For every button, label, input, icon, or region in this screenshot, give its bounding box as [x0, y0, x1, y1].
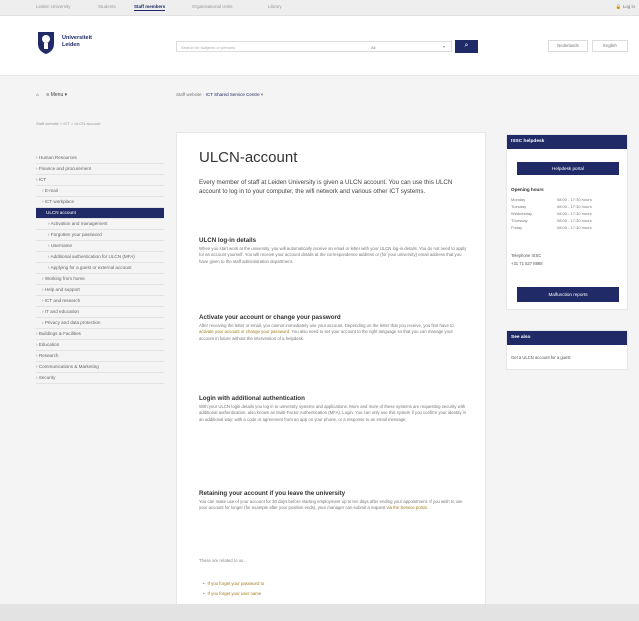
topbar-link-leiden-university[interactable]: Leiden University	[36, 4, 71, 9]
see-also-title: See also	[507, 331, 627, 345]
sidebar-item[interactable]: › Buildings & Facilities	[36, 329, 164, 340]
menu-row: ⌂ ≡ Menu ▾	[36, 92, 67, 98]
sidebar-item-label: ULCN account	[46, 210, 76, 215]
language-nederlands-button[interactable]: Nederlands	[548, 40, 588, 52]
sidebar-item-label: Forgotten your password	[50, 232, 102, 237]
related-link[interactable]: If you forget your password to	[203, 581, 265, 586]
sidebar-item-label: Security	[38, 375, 56, 380]
sidebar-item[interactable]: › Security	[36, 373, 164, 384]
opening-hours-title: Opening hours	[511, 187, 544, 192]
service-portal-link[interactable]: via the Service portal	[387, 505, 427, 510]
chevron-down-icon: ▾	[64, 92, 68, 98]
guest-account-link[interactable]: Get a ULCN account for a guest	[511, 355, 571, 361]
sidebar-item-label: Education	[38, 342, 60, 347]
section-body-activate: After receiving the letter or email, you…	[199, 323, 454, 341]
helpdesk-card: ISSC helpdesk Helpdesk portal Opening ho…	[506, 134, 628, 310]
sidebar-item-label: ICT	[38, 177, 47, 182]
sidebar-item-label: Research	[38, 353, 59, 358]
sidebar-item-label: Buildings & Facilities	[38, 331, 81, 336]
related-link[interactable]: If you forget your user name	[203, 591, 262, 596]
main-content: ULCN-account Every member of staff at Le…	[176, 132, 486, 621]
section-heading-activate: Activate your account or change your pas…	[199, 314, 341, 321]
sidebar-item-label: Username	[50, 243, 73, 248]
related-label: These are related to us...	[199, 558, 247, 563]
helpdesk-card-title: ISSC helpdesk	[507, 135, 627, 149]
section-body-mfa: With your ULCN login details you log in …	[199, 404, 467, 422]
search-scope-select[interactable]: All	[371, 45, 375, 50]
sidebar-item[interactable]: › Research	[36, 351, 164, 362]
sidebar-item-label: Applying for a guest or external account	[50, 265, 132, 270]
see-also-card: See also Get a ULCN account for a guest	[506, 330, 628, 370]
sidebar-item[interactable]: › ICT workplace	[36, 197, 164, 208]
top-bar: Leiden University Students Staff members…	[0, 0, 639, 16]
topbar-link-staff-members[interactable]: Staff members	[134, 4, 166, 11]
sidebar-item-label: Help and support	[44, 287, 80, 292]
sidebar-item-label: Working from home	[44, 276, 85, 281]
intro-paragraph: Every member of staff at Leiden Universi…	[199, 179, 453, 195]
login-link[interactable]: 🔒 Log in	[616, 4, 635, 10]
section-body-login-details: When you start work at the university, y…	[199, 246, 467, 264]
sidebar-nav: › Human Resources › Finance and procureme…	[36, 153, 164, 384]
section-heading-mfa: Login with additional authentication	[199, 395, 305, 402]
helpdesk-portal-button[interactable]: Helpdesk portal	[517, 162, 619, 175]
sidebar-item[interactable]: › ICT and research	[36, 296, 164, 307]
chevron-down-icon: ▾	[442, 44, 445, 49]
sidebar-item-label: Privacy and data protection	[44, 320, 101, 325]
sidebar-item-label: IT and education	[44, 309, 79, 314]
section-heading-retain: Retaining your account if you leave the …	[199, 490, 346, 497]
sidebar-item[interactable]: › Communications & Marketing	[36, 362, 164, 373]
sidebar-item[interactable]: › Human Resources	[36, 153, 164, 164]
topbar-link-organisational-units[interactable]: Organisational Units	[192, 4, 233, 9]
sidebar-item[interactable]: › E-mail	[36, 186, 164, 197]
search-icon: ⌕	[464, 42, 469, 49]
sidebar-item[interactable]: › Finance and procurement	[36, 164, 164, 175]
chevron-down-icon: ▾	[260, 92, 264, 97]
sidebar-item[interactable]: › Education	[36, 340, 164, 351]
sidebar-item[interactable]: › Privacy and data protection	[36, 318, 164, 329]
search-button[interactable]: ⌕	[455, 40, 478, 53]
search-input[interactable]: Search for subjects or persons All ▾	[176, 41, 452, 52]
site-header: Universiteit Leiden Search for subjects …	[0, 16, 639, 76]
sidebar-item-label: ICT and research	[44, 298, 81, 303]
footer	[0, 604, 639, 621]
breadcrumb[interactable]: Staff website > ICT > ULCN account	[36, 121, 100, 126]
page-title: ULCN-account	[199, 149, 298, 166]
menu-button[interactable]: ≡ Menu ▾	[46, 92, 67, 98]
sidebar-item-label: E-mail	[44, 188, 58, 193]
hamburger-icon: ≡	[46, 92, 50, 98]
sidebar-item[interactable]: › Additional authentication for ULCN (MF…	[36, 252, 164, 263]
language-english-button[interactable]: English	[592, 40, 628, 52]
search-placeholder: Search for subjects or persons	[181, 44, 236, 50]
lock-icon: 🔒	[615, 4, 622, 9]
activate-account-link[interactable]: activate your account or change your pas…	[199, 329, 289, 334]
sidebar-item-label: Finance and procurement	[38, 166, 92, 171]
university-seal-icon[interactable]	[36, 29, 56, 55]
topbar-link-students[interactable]: Students	[98, 4, 116, 9]
sidebar-item[interactable]: ULCN account	[36, 208, 164, 219]
phone-number[interactable]: +31 71 527 8888	[511, 261, 543, 267]
sidebar-item-label: Communications & Marketing	[38, 364, 99, 369]
sidebar-item-label: ICT workplace	[44, 199, 75, 204]
sidebar-item[interactable]: › Working from home	[36, 274, 164, 285]
sidebar-item[interactable]: › Username	[36, 241, 164, 252]
sidebar-item[interactable]: › Activation and management	[36, 219, 164, 230]
sidebar-item[interactable]: › ICT	[36, 175, 164, 186]
staff-unit-selector[interactable]: Staff website · ICT Shared Service Centr…	[176, 92, 263, 98]
home-icon[interactable]: ⌂	[36, 92, 39, 98]
section-heading-login-details: ULCN log-in details	[199, 237, 257, 244]
sidebar-item[interactable]: › Applying for a guest or external accou…	[36, 263, 164, 274]
sidebar-item-label: Activation and management	[50, 221, 108, 226]
sidebar-item[interactable]: › Help and support	[36, 285, 164, 296]
sidebar-item-label: Human Resources	[38, 155, 77, 160]
phone-label: Telephone ISSC	[511, 253, 542, 258]
malfunction-reports-button[interactable]: Malfunction reports	[517, 287, 619, 302]
sidebar-item[interactable]: › IT and education	[36, 307, 164, 318]
sidebar-item[interactable]: › Forgotten your password	[36, 230, 164, 241]
topbar-link-library[interactable]: Library	[268, 4, 282, 9]
section-body-retain: You can make use of your account for 30 …	[199, 499, 463, 511]
sidebar-item-label: Additional authentication for ULCN (MFA)	[50, 254, 135, 259]
university-logo-text[interactable]: Universiteit Leiden	[62, 35, 92, 49]
